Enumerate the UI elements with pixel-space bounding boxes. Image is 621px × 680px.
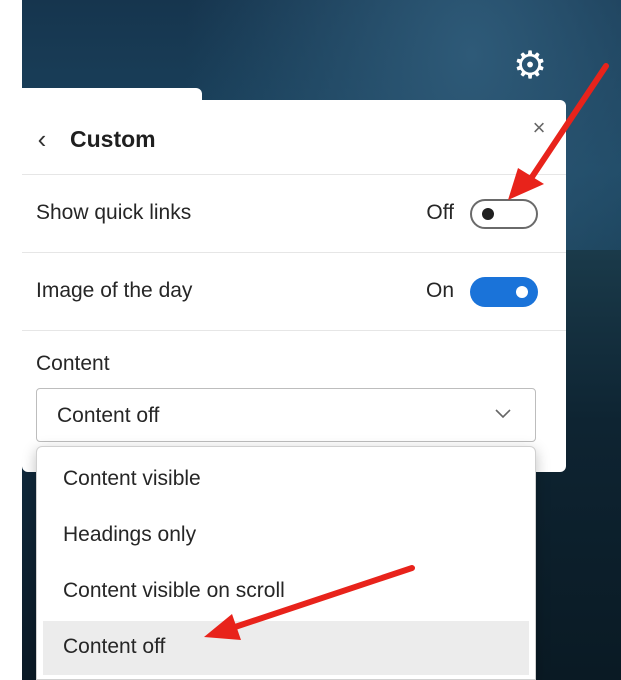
content-dropdown-list: Content visible Headings only Content vi… <box>36 446 536 680</box>
option-content-visible[interactable]: Content visible <box>43 453 529 507</box>
option-headings-only[interactable]: Headings only <box>43 509 529 563</box>
close-icon[interactable]: × <box>527 116 551 140</box>
toggle-knob <box>516 286 528 298</box>
chevron-down-icon <box>495 409 511 419</box>
divider <box>22 330 566 331</box>
show-quick-links-toggle[interactable] <box>470 199 538 229</box>
option-content-off[interactable]: Content off <box>43 621 529 675</box>
show-quick-links-state: Off <box>426 201 454 224</box>
show-quick-links-label: Show quick links <box>36 201 192 224</box>
image-of-the-day-row: Image of the day On <box>22 252 566 331</box>
content-label: Content <box>36 352 110 375</box>
image-of-the-day-state: On <box>425 279 454 302</box>
content-select-value: Content off <box>57 404 160 427</box>
toggle-knob <box>482 208 494 220</box>
page-title: Custom <box>70 126 156 152</box>
option-content-visible-on-scroll[interactable]: Content visible on scroll <box>43 565 529 619</box>
chevron-left-icon[interactable]: ‹ <box>30 124 54 154</box>
content-select[interactable]: Content off <box>36 388 536 442</box>
image-of-the-day-label: Image of the day <box>36 279 193 302</box>
customize-panel: ‹ Custom × Show quick links Off Image of… <box>22 100 566 472</box>
show-quick-links-row: Show quick links Off <box>22 174 566 253</box>
gear-icon[interactable]: ⚙ <box>510 46 550 86</box>
image-of-the-day-toggle[interactable] <box>470 277 538 307</box>
panel-header: ‹ Custom × <box>22 100 566 174</box>
